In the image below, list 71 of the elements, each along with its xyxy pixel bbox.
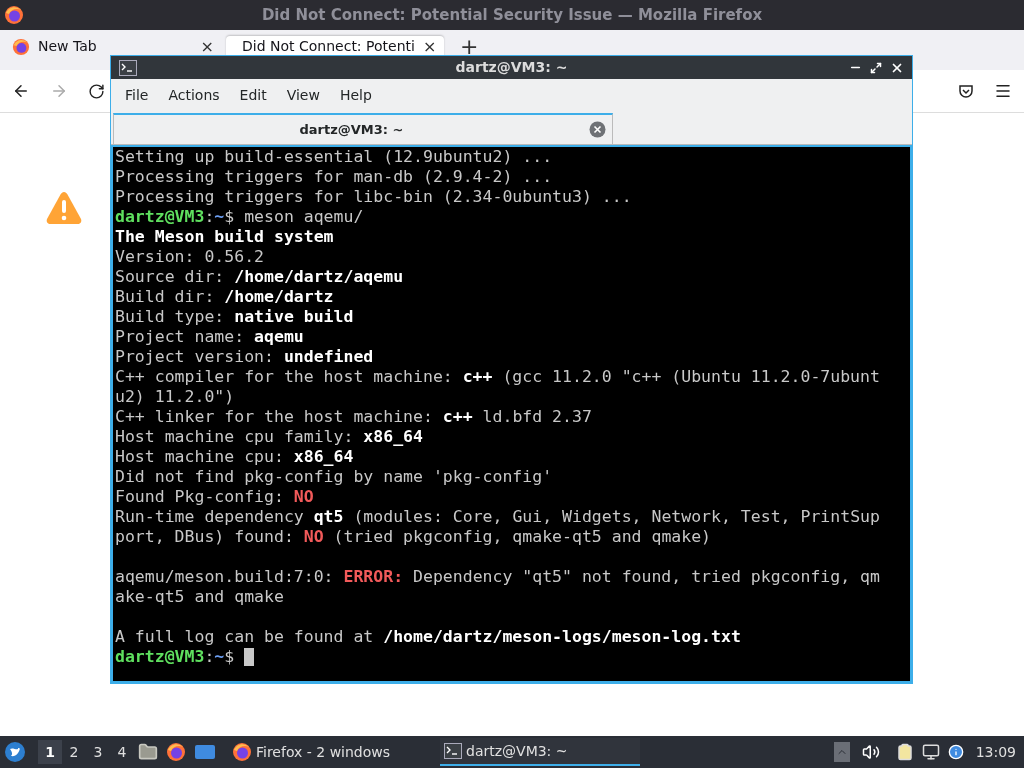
- terminal-line: Processing triggers for libc-bin (2.34-0ubuntu3) ...: [115, 187, 632, 207]
- terminal-line: Build type: native build: [115, 307, 354, 327]
- network-icon[interactable]: [921, 743, 940, 761]
- terminal-line: Setting up build-essential (12.9ubuntu2) ...: [115, 147, 553, 167]
- taskbar-task[interactable]: Firefox - 2 windows: [228, 738, 428, 766]
- workspace-button[interactable]: 4: [110, 740, 134, 764]
- tab-label: Did Not Connect: Potenti: [242, 37, 415, 56]
- start-menu-icon[interactable]: [4, 741, 26, 763]
- terminal-line: ake-qt5 and qmake: [115, 587, 284, 607]
- terminal-line: A full log can be found at /home/dartz/meson-logs/meson-log.txt: [115, 627, 741, 647]
- volume-icon[interactable]: [861, 743, 880, 761]
- menu-item[interactable]: File: [115, 84, 159, 106]
- task-label: Firefox - 2 windows: [256, 742, 391, 762]
- terminal-icon: [119, 59, 137, 76]
- back-icon[interactable]: [12, 82, 30, 100]
- window-title: Did Not Connect: Potential Security Issue — Mozilla Firefox: [261, 4, 763, 26]
- terminal-line: Project name: aqemu: [115, 327, 304, 347]
- tab-label: dartz@VM3: ~: [298, 120, 405, 139]
- terminal-line: dartz@VM3:~$ meson aqemu/: [115, 207, 364, 227]
- menu-item[interactable]: Edit: [229, 84, 277, 106]
- terminal-line: aqemu/meson.build:7:0: ERROR: Dependency "qt5" not found, tried pkgconfig, qm: [115, 567, 880, 587]
- task-label: dartz@VM3: ~: [466, 741, 568, 761]
- new-tab-button[interactable]: +: [448, 36, 491, 58]
- browser-logo-icon: [12, 37, 30, 56]
- browser-logo-icon: [232, 742, 252, 762]
- reload-icon[interactable]: [88, 82, 105, 100]
- tray-expand-button[interactable]: [833, 742, 850, 762]
- terminal-title: dartz@VM3: ~: [455, 58, 568, 77]
- browser-tab[interactable]: New Tab ×: [4, 36, 222, 57]
- terminal-line: The Meson build system: [115, 227, 334, 247]
- tab-label: New Tab: [38, 37, 98, 56]
- browser-logo-icon: [166, 742, 186, 762]
- notification-icon[interactable]: [947, 744, 964, 760]
- terminal-icon: [444, 743, 462, 759]
- workspace-button[interactable]: 2: [62, 740, 86, 764]
- terminal-line: Version: 0.56.2: [115, 247, 264, 267]
- terminal-line: Did not find pkg-config by name 'pkg-config': [115, 467, 553, 487]
- terminal-line: C++ linker for the host machine: c++ ld.bfd 2.37: [115, 407, 592, 427]
- terminal-line: Run-time dependency qt5 (modules: Core, Gui, Widgets, Network, Test, PrintSup: [115, 507, 880, 527]
- text-cursor: [244, 648, 255, 666]
- terminal-line: Build dir: /home/dartz: [115, 287, 334, 307]
- terminal-line: Processing triggers for man-db (2.9.4-2) ...: [115, 167, 553, 187]
- maximize-icon[interactable]: [870, 61, 882, 74]
- close-tab-button[interactable]: ×: [422, 37, 437, 56]
- workspace-button[interactable]: 3: [86, 740, 110, 764]
- close-tab-icon[interactable]: [589, 121, 606, 138]
- menu-item[interactable]: Actions: [158, 84, 230, 106]
- terminal-line: port, DBus) found: NO (tried pkgconfig, qmake-qt5 and qmake): [115, 527, 712, 547]
- window-icon[interactable]: [194, 743, 216, 761]
- close-tab-button[interactable]: ×: [200, 37, 214, 56]
- clock[interactable]: 13:09: [975, 741, 1016, 763]
- folder-icon[interactable]: [138, 742, 158, 762]
- terminal-line: Host machine cpu family: x86_64: [115, 427, 423, 447]
- terminal-line: Project version: undefined: [115, 347, 374, 367]
- taskbar-task[interactable]: dartz@VM3: ~: [440, 738, 640, 766]
- terminal-line: C++ compiler for the host machine: c++ (gcc 11.2.0 "c++ (Ubuntu 11.2.0-7ubunt: [115, 367, 880, 387]
- menu-item[interactable]: View: [276, 84, 330, 106]
- terminal-line: dartz@VM3:~$: [115, 647, 236, 667]
- browser-logo-icon: [4, 5, 24, 25]
- browser-tab[interactable]: Did Not Connect: Potenti ×: [226, 36, 444, 57]
- terminal-line: u2) 11.2.0"): [115, 387, 235, 407]
- terminal-line: Host machine cpu: x86_64: [115, 447, 354, 467]
- warning-icon: [46, 191, 82, 225]
- menu-item[interactable]: Help: [329, 84, 382, 106]
- terminal-line: Found Pkg-config: NO: [115, 487, 314, 507]
- menu-icon[interactable]: [994, 82, 1012, 100]
- clipboard-icon[interactable]: [895, 743, 914, 761]
- workspace-button[interactable]: 1: [38, 740, 62, 764]
- terminal-tab[interactable]: dartz@VM3: ~: [113, 113, 613, 144]
- pocket-icon[interactable]: [958, 83, 974, 99]
- terminal-line: Source dir: /home/dartz/aqemu: [115, 267, 404, 287]
